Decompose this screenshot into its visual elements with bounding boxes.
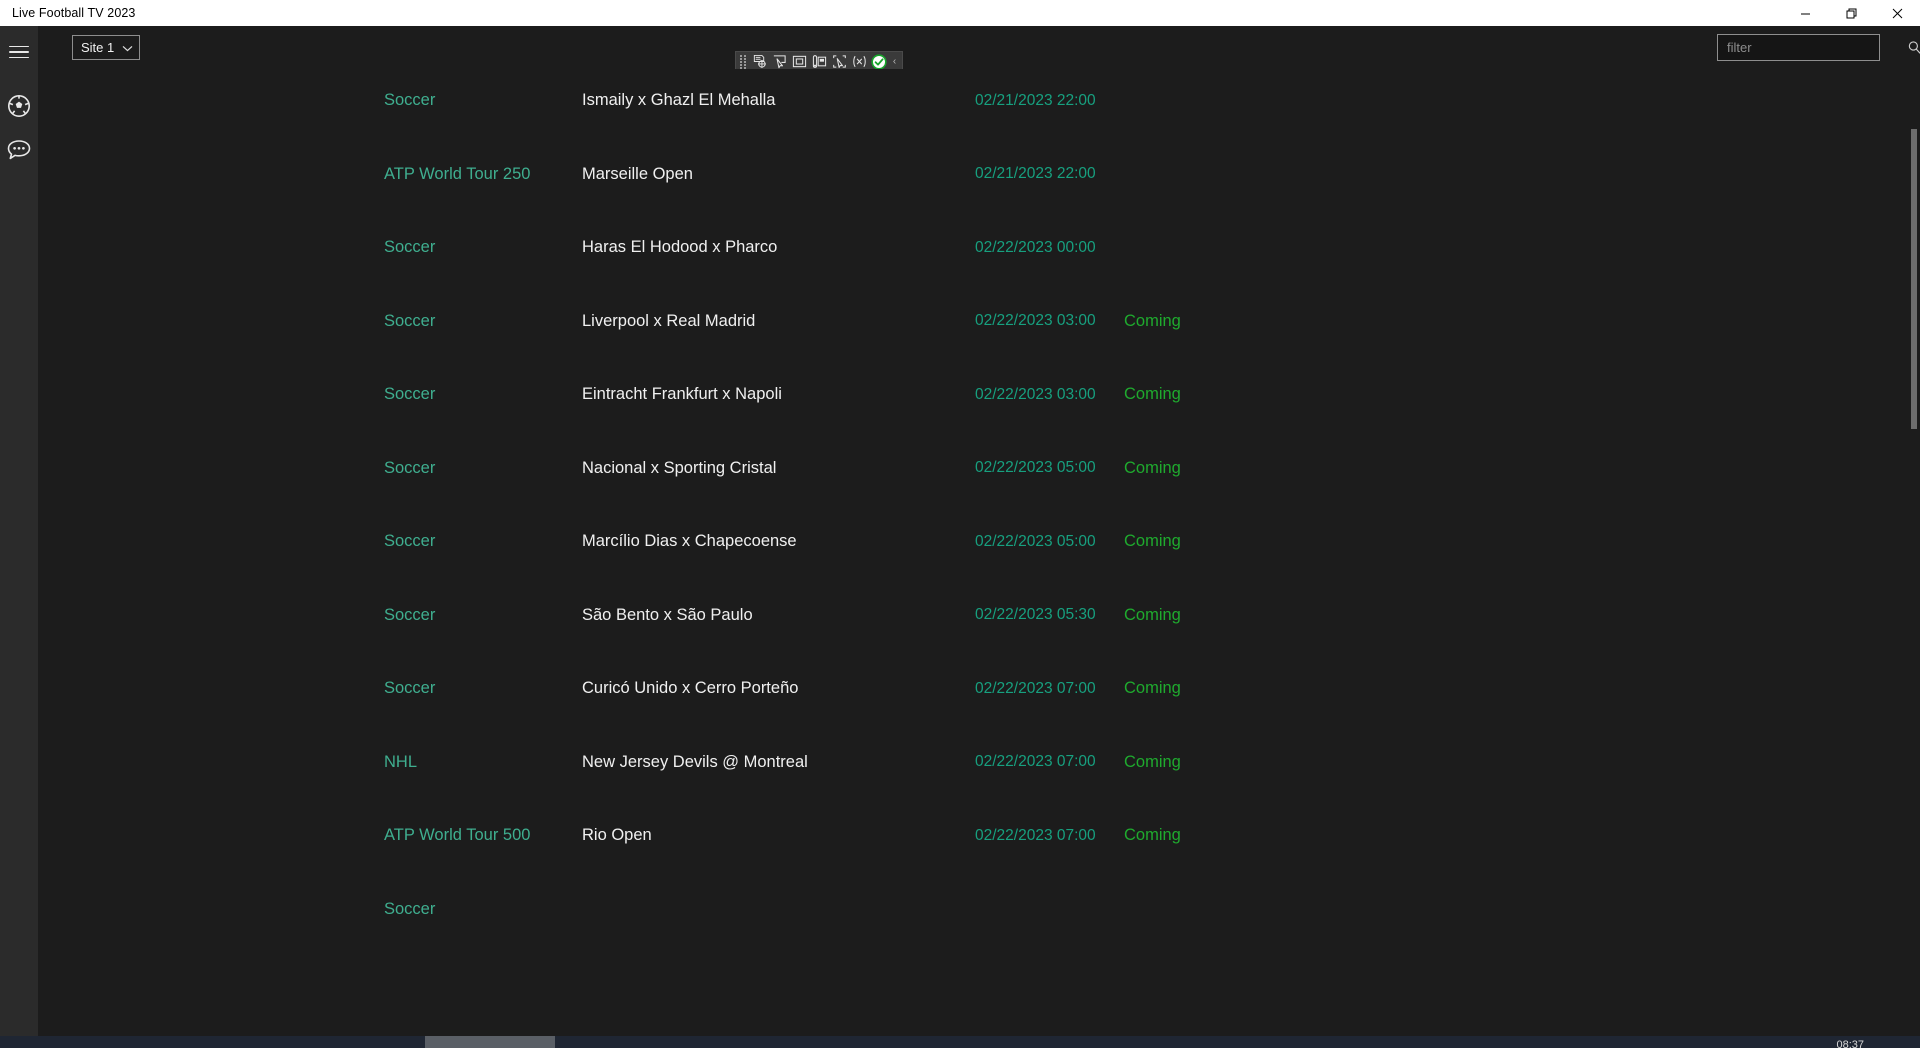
row-date: 02/22/2023 00:00 [975,238,1096,256]
row-league: ATP World Tour 500 [384,826,531,845]
row-date: 02/22/2023 03:00 [975,385,1096,403]
row-date: 02/22/2023 03:00 [975,312,1096,330]
row-league: Soccer [384,385,436,404]
sidebar-item-menu[interactable] [0,32,38,72]
row-league: ATP World Tour 250 [384,164,531,183]
restore-icon [1846,8,1856,18]
event-list[interactable]: Soccer Ismaily x Ghazl El Mehalla 02/21/20… [38,69,1920,1048]
table-row[interactable]: Soccer Curicó Unido x Cerro Porteño 02/22/… [38,652,1920,726]
window-controls [1782,0,1920,26]
row-event: Ismaily x Ghazl El Mehalla [582,91,776,110]
row-date: 02/22/2023 07:00 [975,679,1096,697]
confirm-check-icon [871,53,887,70]
minimize-button[interactable] [1782,0,1828,26]
row-status: Coming [1124,605,1181,624]
row-status: Coming [1124,826,1181,845]
table-row[interactable]: Soccer Liverpool x Real Madrid 02/22/2023 … [38,285,1920,359]
top-bar: Site 1 ‹ filter [38,26,1920,72]
table-row[interactable]: Soccer Nacional x Sporting Cristal 02/22/2… [38,432,1920,506]
row-event: São Bento x São Paulo [582,605,753,624]
table-row[interactable]: ATP World Tour 500 Rio Open 02/22/2023 07:… [38,799,1920,873]
table-row[interactable]: Soccer Eintracht Frankfurt x Napoli 02/22/… [38,358,1920,432]
row-event: Marcílio Dias x Chapecoense [582,532,797,551]
filter-box[interactable] [1717,34,1920,61]
site-selector[interactable]: Site 1 [72,35,140,60]
restore-button[interactable] [1828,0,1874,26]
table-row[interactable]: Soccer [38,873,1920,947]
row-event: Marseille Open [582,164,693,183]
row-status: Coming [1124,311,1181,330]
row-league: Soccer [384,458,436,477]
record-action-icon [753,54,766,68]
taskbar-clock: 08:37 [1836,1039,1864,1048]
row-date: 02/21/2023 22:00 [975,165,1096,183]
link-tool-icon [852,55,866,68]
table-row[interactable]: Soccer Haras El Hodood x Pharco 02/22/2023… [38,211,1920,285]
row-date: 02/22/2023 07:00 [975,753,1096,771]
taskbar-active-window[interactable] [425,1036,555,1048]
row-event: Nacional x Sporting Cristal [582,458,777,477]
drag-grip-icon[interactable] [739,54,747,69]
row-status: Coming [1124,752,1181,771]
window-titlebar: Live Football TV 2023 [0,0,1920,26]
window-title: Live Football TV 2023 [12,6,136,20]
row-league: Soccer [384,532,436,551]
table-row[interactable]: Soccer Marcílio Dias x Chapecoense 02/22/2… [38,505,1920,579]
row-league: Soccer [384,311,436,330]
site-selector-label: Site 1 [81,40,115,55]
row-event: Liverpool x Real Madrid [582,311,756,330]
vertical-scrollbar[interactable] [1911,129,1917,1048]
row-status: Coming [1124,458,1181,477]
event-rows: Soccer Ismaily x Ghazl El Mehalla 02/21/20… [38,69,1920,946]
row-date: 02/22/2023 05:00 [975,532,1096,550]
table-row[interactable]: NHL New Jersey Devils @ Montreal 02/22/202… [38,726,1920,800]
chat-bubble-icon [7,140,31,160]
row-date: 02/22/2023 05:00 [975,459,1096,477]
row-event: New Jersey Devils @ Montreal [582,752,808,771]
app-window: Site 1 ‹ filter Soccer Ismaily x Ghazl E… [0,26,1920,1048]
hamburger-icon [9,42,29,63]
table-row[interactable]: ATP World Tour 250 Marseille Open 02/21/20… [38,138,1920,212]
pick-element-icon [832,55,846,69]
row-event: Eintracht Frankfurt x Napoli [582,385,782,404]
row-league: NHL [384,752,418,771]
taskbar: 08:37 [0,1036,1920,1048]
row-status: Coming [1124,679,1181,698]
sidebar-item-sports[interactable] [0,86,38,126]
row-league: Soccer [384,679,436,698]
filter-input[interactable] [1727,40,1903,55]
search-icon[interactable] [1907,40,1920,55]
row-event: Curicó Unido x Cerro Porteño [582,679,799,698]
select-region-icon [792,55,806,68]
table-row[interactable]: Soccer Ismaily x Ghazl El Mehalla 02/21/20… [38,69,1920,138]
row-date: 02/22/2023 05:30 [975,606,1096,624]
row-event: Haras El Hodood x Pharco [582,238,778,257]
table-row[interactable]: Soccer São Bento x São Paulo 02/22/2023 05… [38,579,1920,653]
measure-tool-icon [812,55,826,68]
close-button[interactable] [1874,0,1920,26]
row-league: Soccer [384,91,436,110]
row-league: Soccer [384,899,436,918]
left-rail [0,26,38,1048]
close-icon [1892,8,1902,18]
soccer-ball-icon [8,95,30,117]
row-league: Soccer [384,605,436,624]
vertical-scrollbar-thumb[interactable] [1911,129,1917,429]
row-event: Rio Open [582,826,652,845]
row-date: 02/22/2023 07:00 [975,826,1096,844]
chevron-down-icon [122,40,133,55]
row-league: Soccer [384,238,436,257]
pointer-tool-icon [773,55,786,69]
row-date: 02/21/2023 22:00 [975,91,1096,109]
row-status: Coming [1124,532,1181,551]
row-status: Coming [1124,385,1181,404]
sidebar-item-chat[interactable] [0,130,38,170]
minimize-icon [1800,13,1810,14]
